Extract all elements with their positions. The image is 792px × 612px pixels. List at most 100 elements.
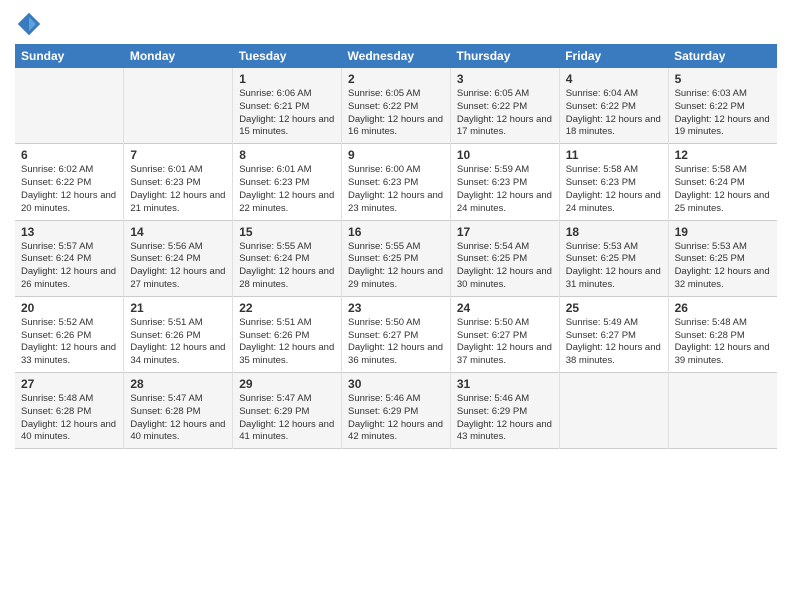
day-number: 9	[348, 148, 444, 162]
day-number: 22	[239, 301, 335, 315]
day-number: 25	[566, 301, 662, 315]
day-header-thursday: Thursday	[450, 44, 559, 68]
day-number: 29	[239, 377, 335, 391]
day-number: 14	[130, 225, 226, 239]
page-container: SundayMondayTuesdayWednesdayThursdayFrid…	[0, 0, 792, 459]
day-number: 4	[566, 72, 662, 86]
calendar-cell: 29 Sunrise: 5:47 AM Sunset: 6:29 PM Dayli…	[233, 373, 342, 449]
calendar-table: SundayMondayTuesdayWednesdayThursdayFrid…	[15, 44, 777, 449]
cell-info: Sunrise: 5:46 AM Sunset: 6:29 PM Dayligh…	[457, 393, 553, 444]
calendar-cell: 23 Sunrise: 5:50 AM Sunset: 6:27 PM Dayli…	[342, 296, 451, 372]
calendar-cell: 16 Sunrise: 5:55 AM Sunset: 6:25 PM Dayli…	[342, 220, 451, 296]
cell-info: Sunrise: 5:55 AM Sunset: 6:24 PM Dayligh…	[239, 241, 335, 292]
calendar-cell: 11Sunrise: 5:58 AM Sunset: 6:23 PM Dayli…	[559, 144, 668, 220]
calendar-cell: 8 Sunrise: 6:01 AM Sunset: 6:23 PM Daylig…	[233, 144, 342, 220]
day-number: 18	[566, 225, 662, 239]
day-number: 16	[348, 225, 444, 239]
calendar-cell: 5 Sunrise: 6:03 AM Sunset: 6:22 PM Daylig…	[668, 68, 777, 144]
calendar-cell: 30 Sunrise: 5:46 AM Sunset: 6:29 PM Dayli…	[342, 373, 451, 449]
calendar-cell: 21Sunrise: 5:51 AM Sunset: 6:26 PM Dayli…	[124, 296, 233, 372]
cell-info: Sunrise: 5:55 AM Sunset: 6:25 PM Dayligh…	[348, 241, 444, 292]
day-number: 31	[457, 377, 553, 391]
cell-info: Sunrise: 5:50 AM Sunset: 6:27 PM Dayligh…	[348, 317, 444, 368]
calendar-header-row: SundayMondayTuesdayWednesdayThursdayFrid…	[15, 44, 777, 68]
cell-info: Sunrise: 5:57 AM Sunset: 6:24 PM Dayligh…	[21, 241, 117, 292]
calendar-week-row: 20 Sunrise: 5:52 AM Sunset: 6:26 PM Dayli…	[15, 296, 777, 372]
calendar-cell: 22 Sunrise: 5:51 AM Sunset: 6:26 PM Dayli…	[233, 296, 342, 372]
day-number: 28	[130, 377, 226, 391]
cell-info: Sunrise: 5:46 AM Sunset: 6:29 PM Dayligh…	[348, 393, 444, 444]
day-number: 27	[21, 377, 117, 391]
calendar-cell: 18 Sunrise: 5:53 AM Sunset: 6:25 PM Dayli…	[559, 220, 668, 296]
calendar-cell: 25 Sunrise: 5:49 AM Sunset: 6:27 PM Dayli…	[559, 296, 668, 372]
cell-info: Sunrise: 5:51 AM Sunset: 6:26 PM Dayligh…	[130, 317, 226, 368]
cell-info: Sunrise: 6:03 AM Sunset: 6:22 PM Dayligh…	[675, 88, 771, 139]
cell-info: Sunrise: 5:49 AM Sunset: 6:27 PM Dayligh…	[566, 317, 662, 368]
cell-info: Sunrise: 6:06 AM Sunset: 6:21 PM Dayligh…	[239, 88, 335, 139]
day-number: 5	[675, 72, 771, 86]
cell-info: Sunrise: 5:48 AM Sunset: 6:28 PM Dayligh…	[675, 317, 771, 368]
cell-info: Sunrise: 6:05 AM Sunset: 6:22 PM Dayligh…	[457, 88, 553, 139]
cell-info: Sunrise: 5:50 AM Sunset: 6:27 PM Dayligh…	[457, 317, 553, 368]
calendar-cell: 1 Sunrise: 6:06 AM Sunset: 6:21 PM Daylig…	[233, 68, 342, 144]
day-number: 13	[21, 225, 117, 239]
day-number: 8	[239, 148, 335, 162]
calendar-cell	[559, 373, 668, 449]
calendar-cell: 13 Sunrise: 5:57 AM Sunset: 6:24 PM Dayli…	[15, 220, 124, 296]
day-header-tuesday: Tuesday	[233, 44, 342, 68]
cell-info: Sunrise: 6:04 AM Sunset: 6:22 PM Dayligh…	[566, 88, 662, 139]
calendar-cell	[668, 373, 777, 449]
day-number: 17	[457, 225, 553, 239]
calendar-cell: 4 Sunrise: 6:04 AM Sunset: 6:22 PM Daylig…	[559, 68, 668, 144]
calendar-cell: 14 Sunrise: 5:56 AM Sunset: 6:24 PM Dayli…	[124, 220, 233, 296]
cell-info: Sunrise: 5:56 AM Sunset: 6:24 PM Dayligh…	[130, 241, 226, 292]
day-header-wednesday: Wednesday	[342, 44, 451, 68]
day-number: 30	[348, 377, 444, 391]
cell-info: Sunrise: 5:47 AM Sunset: 6:28 PM Dayligh…	[130, 393, 226, 444]
calendar-cell: 10Sunrise: 5:59 AM Sunset: 6:23 PM Dayli…	[450, 144, 559, 220]
calendar-cell	[15, 68, 124, 144]
day-number: 12	[675, 148, 771, 162]
day-number: 6	[21, 148, 117, 162]
calendar-cell	[124, 68, 233, 144]
cell-info: Sunrise: 6:05 AM Sunset: 6:22 PM Dayligh…	[348, 88, 444, 139]
day-number: 23	[348, 301, 444, 315]
calendar-cell: 20 Sunrise: 5:52 AM Sunset: 6:26 PM Dayli…	[15, 296, 124, 372]
cell-info: Sunrise: 5:48 AM Sunset: 6:28 PM Dayligh…	[21, 393, 117, 444]
day-header-saturday: Saturday	[668, 44, 777, 68]
calendar-cell: 27 Sunrise: 5:48 AM Sunset: 6:28 PM Dayli…	[15, 373, 124, 449]
cell-info: Sunrise: 5:51 AM Sunset: 6:26 PM Dayligh…	[239, 317, 335, 368]
calendar-cell: 31 Sunrise: 5:46 AM Sunset: 6:29 PM Dayli…	[450, 373, 559, 449]
calendar-cell: 15 Sunrise: 5:55 AM Sunset: 6:24 PM Dayli…	[233, 220, 342, 296]
cell-info: Sunrise: 5:53 AM Sunset: 6:25 PM Dayligh…	[675, 241, 771, 292]
day-number: 15	[239, 225, 335, 239]
day-number: 11	[566, 148, 662, 162]
calendar-cell: 9 Sunrise: 6:00 AM Sunset: 6:23 PM Daylig…	[342, 144, 451, 220]
day-header-sunday: Sunday	[15, 44, 124, 68]
day-number: 19	[675, 225, 771, 239]
day-number: 20	[21, 301, 117, 315]
cell-info: Sunrise: 6:01 AM Sunset: 6:23 PM Dayligh…	[239, 164, 335, 215]
cell-info: Sunrise: 5:47 AM Sunset: 6:29 PM Dayligh…	[239, 393, 335, 444]
day-number: 1	[239, 72, 335, 86]
cell-info: Sunrise: 6:00 AM Sunset: 6:23 PM Dayligh…	[348, 164, 444, 215]
day-number: 24	[457, 301, 553, 315]
cell-info: Sunrise: 5:52 AM Sunset: 6:26 PM Dayligh…	[21, 317, 117, 368]
header	[15, 10, 777, 38]
calendar-cell: 19 Sunrise: 5:53 AM Sunset: 6:25 PM Dayli…	[668, 220, 777, 296]
cell-info: Sunrise: 6:01 AM Sunset: 6:23 PM Dayligh…	[130, 164, 226, 215]
calendar-cell: 3Sunrise: 6:05 AM Sunset: 6:22 PM Daylig…	[450, 68, 559, 144]
logo	[15, 10, 47, 38]
cell-info: Sunrise: 5:54 AM Sunset: 6:25 PM Dayligh…	[457, 241, 553, 292]
calendar-cell: 2 Sunrise: 6:05 AM Sunset: 6:22 PM Daylig…	[342, 68, 451, 144]
day-number: 7	[130, 148, 226, 162]
day-number: 2	[348, 72, 444, 86]
cell-info: Sunrise: 5:58 AM Sunset: 6:24 PM Dayligh…	[675, 164, 771, 215]
calendar-cell: 24 Sunrise: 5:50 AM Sunset: 6:27 PM Dayli…	[450, 296, 559, 372]
calendar-cell: 17 Sunrise: 5:54 AM Sunset: 6:25 PM Dayli…	[450, 220, 559, 296]
calendar-week-row: 13 Sunrise: 5:57 AM Sunset: 6:24 PM Dayli…	[15, 220, 777, 296]
day-header-friday: Friday	[559, 44, 668, 68]
calendar-week-row: 1 Sunrise: 6:06 AM Sunset: 6:21 PM Daylig…	[15, 68, 777, 144]
cell-info: Sunrise: 5:53 AM Sunset: 6:25 PM Dayligh…	[566, 241, 662, 292]
cell-info: Sunrise: 6:02 AM Sunset: 6:22 PM Dayligh…	[21, 164, 117, 215]
